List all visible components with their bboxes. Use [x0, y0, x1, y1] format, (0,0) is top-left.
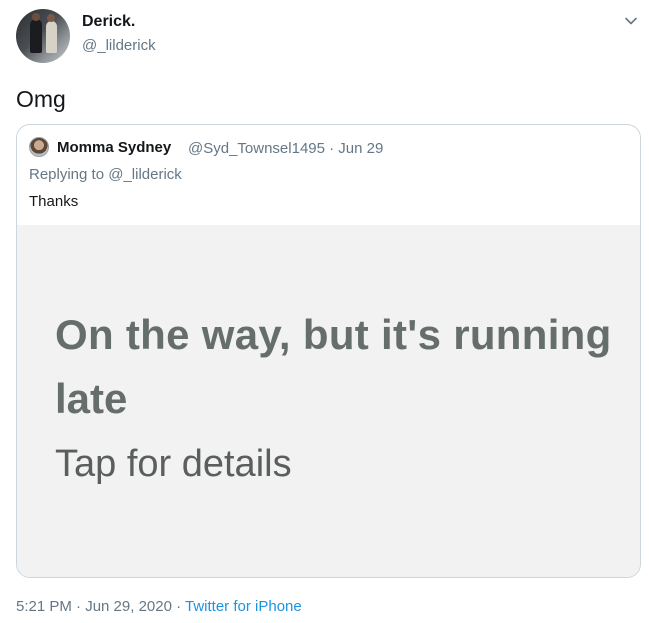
avatar-figure-head	[47, 14, 55, 22]
tweet-footer: 5:21 PM · Jun 29, 2020 · Twitter for iPh…	[16, 598, 302, 615]
tweet-timestamp[interactable]: 5:21 PM · Jun 29, 2020	[16, 598, 172, 615]
author-avatar[interactable]	[16, 9, 70, 63]
replying-to-mention: @_lilderick	[108, 166, 182, 183]
avatar-figure	[30, 19, 42, 53]
more-options-button[interactable]	[622, 12, 640, 30]
image-text-line1: On the way, but it's running	[55, 311, 612, 358]
image-text-line3: Tap for details	[55, 443, 292, 485]
quoted-author-meta: @Syd_Townsel1495 · Jun 29	[188, 140, 384, 157]
avatar-figure-head	[32, 13, 40, 21]
footer-separator: ·	[171, 598, 185, 615]
image-text-line2: late	[55, 375, 128, 422]
quoted-tweet-card[interactable]: Momma Sydney @Syd_Townsel1495 · Jun 29 R…	[16, 124, 641, 578]
avatar-figure	[46, 21, 57, 53]
chevron-down-icon	[625, 17, 637, 25]
quoted-author-name: Momma Sydney	[57, 139, 172, 156]
tweet-source-link[interactable]: Twitter for iPhone	[185, 598, 302, 615]
tweet-text: Omg	[16, 86, 66, 112]
quoted-tweet-text: Thanks	[29, 193, 79, 210]
author-handle[interactable]: @_lilderick	[82, 37, 156, 54]
author-display-name[interactable]: Derick.	[82, 13, 135, 31]
quoted-author-avatar	[29, 137, 49, 157]
replying-to-line: Replying to @_lilderick	[29, 166, 182, 183]
replying-to-prefix: Replying to	[29, 166, 109, 183]
quoted-tweet-image[interactable]: On the way, but it's running late Tap fo…	[17, 225, 640, 577]
